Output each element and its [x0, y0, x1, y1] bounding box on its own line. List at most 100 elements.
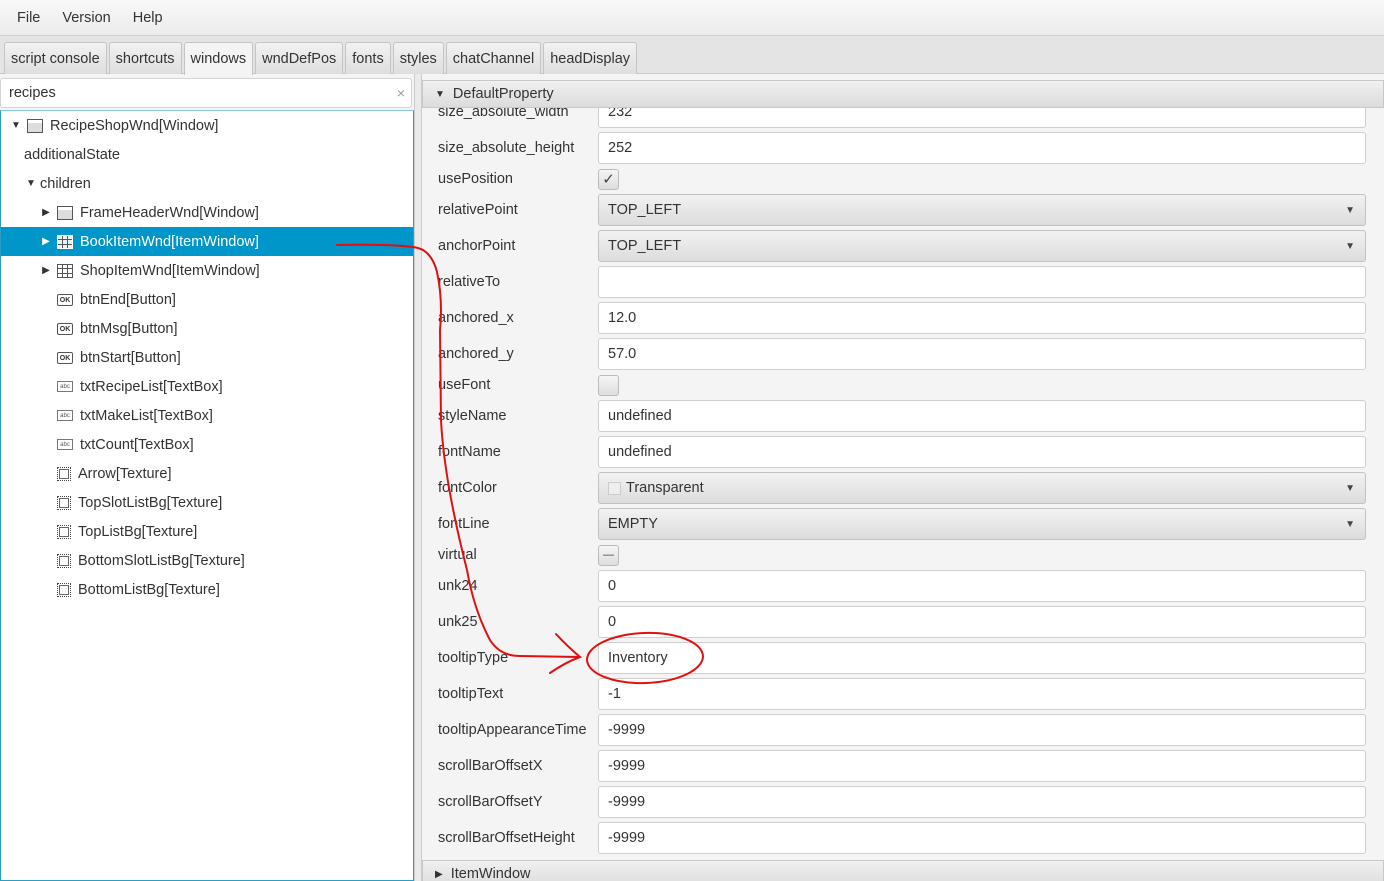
property-row-scrollBarOffsetY: scrollBarOffsetY -9999	[422, 784, 1384, 820]
anchorPoint-select[interactable]: TOP_LEFT ▼	[598, 230, 1366, 262]
property-row-virtual: virtual —	[422, 542, 1384, 568]
property-label: anchored_x	[438, 310, 514, 326]
property-label: scrollBarOffsetX	[438, 758, 543, 774]
fontName-field[interactable]: undefined	[598, 436, 1366, 468]
tree-item-label: btnStart[Button]	[80, 349, 181, 366]
anchored_y-field[interactable]: 57.0	[598, 338, 1366, 370]
property-label: scrollBarOffsetY	[438, 794, 543, 810]
property-label: tooltipType	[438, 650, 509, 666]
tree-item[interactable]: ▶ FrameHeaderWnd[Window]	[1, 198, 413, 227]
virtual-checkbox[interactable]: —	[598, 544, 619, 566]
relativePoint-select[interactable]: TOP_LEFT ▼	[598, 194, 1366, 226]
property-row-relativePoint: relativePoint TOP_LEFT ▼	[422, 192, 1384, 228]
tree-item[interactable]: additionalState	[1, 140, 413, 169]
field-value: 252	[608, 140, 633, 156]
tree-item-label: additionalState	[24, 146, 120, 163]
tree-item[interactable]: Arrow[Texture]	[1, 459, 413, 488]
button-icon: OK	[57, 293, 73, 306]
clear-icon[interactable]: ×	[397, 85, 405, 101]
tree-item[interactable]: OK btnMsg[Button]	[1, 314, 413, 343]
tree-item[interactable]: abc txtCount[TextBox]	[1, 430, 413, 459]
property-label: fontName	[438, 444, 501, 460]
useFont-checkbox[interactable]	[598, 374, 619, 396]
split-pane-divider[interactable]	[414, 74, 422, 881]
tree-item[interactable]: TopListBg[Texture]	[1, 517, 413, 546]
window-tree[interactable]: ▼ RecipeShopWnd[Window] additionalState ▼ ch…	[0, 110, 414, 881]
fontColor-select[interactable]: Transparent ▼	[598, 472, 1366, 504]
tree-item[interactable]: OK btnEnd[Button]	[1, 285, 413, 314]
expanded-arrow-icon[interactable]: ▼	[24, 178, 38, 189]
menu-version[interactable]: Version	[51, 10, 121, 26]
menu-file[interactable]: File	[6, 10, 51, 26]
section-header-item-window[interactable]: ▶ ItemWindow	[422, 860, 1384, 881]
tree-item-label: children	[40, 175, 91, 192]
property-row-scrollBarOffsetX: scrollBarOffsetX -9999	[422, 748, 1384, 784]
search-input[interactable]	[1, 79, 381, 107]
field-value: -9999	[608, 794, 646, 810]
tree-item[interactable]: abc txtRecipeList[TextBox]	[1, 372, 413, 401]
scrollBarOffsetHeight-field[interactable]: -9999	[598, 822, 1366, 854]
relativeTo-field[interactable]	[598, 266, 1366, 298]
property-row-tooltipAppearanceTime: tooltipAppearanceTime -9999	[422, 712, 1384, 748]
tree-item[interactable]: OK btnStart[Button]	[1, 343, 413, 372]
item-icon	[57, 234, 73, 249]
property-row-useFont: useFont	[422, 372, 1384, 398]
tree-item[interactable]: ▼ children	[1, 169, 413, 198]
property-label: styleName	[438, 408, 507, 424]
window-icon	[57, 205, 73, 220]
property-label: size_absolute_height	[438, 140, 575, 156]
tab-wnddefpos[interactable]: wndDefPos	[255, 42, 344, 74]
field-value: 57.0	[608, 346, 637, 362]
button-icon: OK	[57, 322, 73, 335]
tab-fonts[interactable]: fonts	[345, 42, 391, 74]
tooltipText-field[interactable]: -1	[598, 678, 1366, 710]
select-value: TOP_LEFT	[608, 202, 682, 218]
tree-item[interactable]: abc txtMakeList[TextBox]	[1, 401, 413, 430]
usePosition-checkbox[interactable]: ✓	[598, 168, 619, 190]
tab-styles[interactable]: styles	[392, 42, 444, 74]
menu-help[interactable]: Help	[122, 10, 174, 26]
tooltipType-field[interactable]: Inventory	[598, 642, 1366, 674]
tab-windows[interactable]: windows	[183, 42, 254, 75]
tree-item-label: btnEnd[Button]	[80, 291, 176, 308]
property-row-anchored_x: anchored_x 12.0	[422, 300, 1384, 336]
property-row-size_absolute_height: size_absolute_height 252	[422, 130, 1384, 166]
tab-shortcuts[interactable]: shortcuts	[108, 42, 182, 74]
unk24-field[interactable]: 0	[598, 570, 1366, 602]
fontLine-select[interactable]: EMPTY ▼	[598, 508, 1366, 540]
scrollBarOffsetY-field[interactable]: -9999	[598, 786, 1366, 818]
unk25-field[interactable]: 0	[598, 606, 1366, 638]
select-value: Transparent	[626, 480, 704, 496]
collapsed-arrow-icon[interactable]: ▶	[39, 207, 53, 218]
menu-bar: File Version Help	[0, 0, 1384, 36]
texture-icon	[57, 495, 71, 510]
texture-icon	[57, 553, 71, 568]
tree-item-label: BookItemWnd[ItemWindow]	[80, 233, 259, 250]
scrollBarOffsetX-field[interactable]: -9999	[598, 750, 1366, 782]
tree-item[interactable]: TopSlotListBg[Texture]	[1, 488, 413, 517]
tree-item[interactable]: ▶ ShopItemWnd[ItemWindow]	[1, 256, 413, 285]
size_absolute_height-field[interactable]: 252	[598, 132, 1366, 164]
property-row-unk24: unk24 0	[422, 568, 1384, 604]
anchored_x-field[interactable]: 12.0	[598, 302, 1366, 334]
tab-chatchannel[interactable]: chatChannel	[445, 42, 542, 74]
styleName-field[interactable]: undefined	[598, 400, 1366, 432]
property-row-fontLine: fontLine EMPTY ▼	[422, 506, 1384, 542]
tree-item[interactable]: ▼ RecipeShopWnd[Window]	[1, 111, 413, 140]
tooltipAppearanceTime-field[interactable]: -9999	[598, 714, 1366, 746]
tab-script-console[interactable]: script console	[4, 42, 107, 74]
tree-item[interactable]: ▶ BookItemWnd[ItemWindow]	[1, 227, 413, 256]
expanded-arrow-icon[interactable]: ▼	[9, 120, 23, 131]
textbox-icon: abc	[57, 410, 73, 421]
property-row-anchorPoint: anchorPoint TOP_LEFT ▼	[422, 228, 1384, 264]
search-field[interactable]: ×	[0, 78, 412, 108]
property-row-fontName: fontName undefined	[422, 434, 1384, 470]
tree-item[interactable]: BottomSlotListBg[Texture]	[1, 546, 413, 575]
expanded-triangle-icon: ▼	[435, 88, 445, 100]
section-header-default-property[interactable]: ▼ DefaultProperty	[422, 80, 1384, 108]
collapsed-arrow-icon[interactable]: ▶	[39, 236, 53, 247]
collapsed-arrow-icon[interactable]: ▶	[39, 265, 53, 276]
field-value: 12.0	[608, 310, 637, 326]
tab-headdisplay[interactable]: headDisplay	[543, 42, 638, 74]
tree-item[interactable]: BottomListBg[Texture]	[1, 575, 413, 604]
